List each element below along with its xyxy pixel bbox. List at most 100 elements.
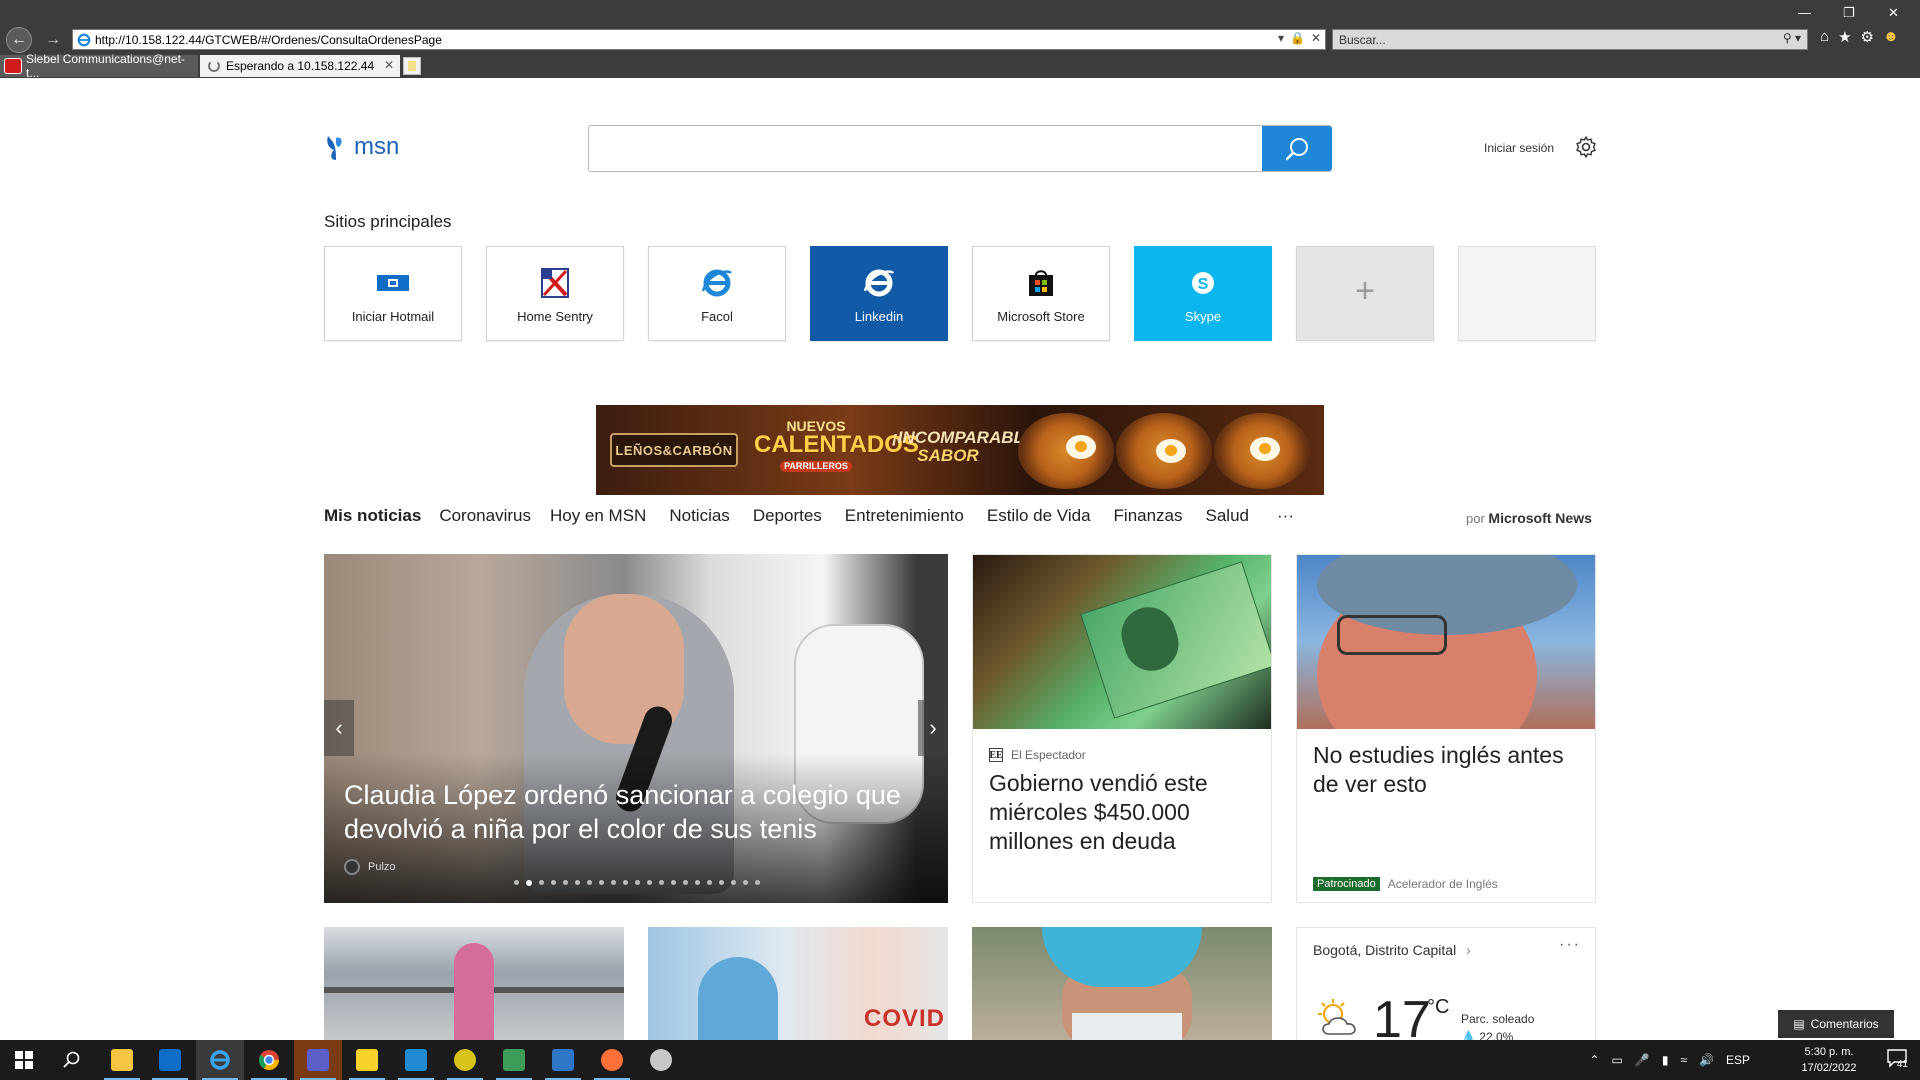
- nav-salud[interactable]: Salud: [1206, 506, 1249, 526]
- nav-deportes[interactable]: Deportes: [753, 506, 822, 526]
- start-button[interactable]: [0, 1040, 48, 1080]
- msn-search-button[interactable]: [1262, 126, 1332, 171]
- stop-icon[interactable]: ✕: [1311, 31, 1321, 45]
- address-bar[interactable]: http://10.158.122.44/GTCWEB/#/Ordenes/Co…: [72, 29, 1326, 50]
- tools-gear-icon[interactable]: ⚙: [1861, 28, 1874, 46]
- nav-finanzas[interactable]: Finanzas: [1114, 506, 1183, 526]
- tile-microsoft-store[interactable]: Microsoft Store: [972, 246, 1110, 341]
- news-card-image-mask[interactable]: [972, 927, 1272, 1041]
- taskbar-sticky-notes[interactable]: [343, 1040, 391, 1080]
- browser-search-box[interactable]: Buscar... ⚲ ▾: [1332, 29, 1808, 50]
- carousel-dot[interactable]: [707, 880, 712, 885]
- nav-hoy-en-msn[interactable]: Hoy en MSN: [550, 506, 646, 526]
- taskbar-app-yellow[interactable]: [441, 1040, 489, 1080]
- tab-close-icon[interactable]: ✕: [384, 58, 394, 72]
- carousel-dot[interactable]: [587, 880, 592, 885]
- carousel-dot[interactable]: [623, 880, 628, 885]
- ad-banner[interactable]: LEÑOS&CARBÓN NUEVOS CALENTADOS PARRILLER…: [596, 405, 1324, 495]
- taskbar-vscode[interactable]: [392, 1040, 440, 1080]
- carousel-dot[interactable]: [551, 880, 556, 885]
- carousel-dot[interactable]: [563, 880, 568, 885]
- news-card-image-airport[interactable]: [324, 927, 624, 1041]
- taskbar-internet-explorer[interactable]: [196, 1040, 244, 1080]
- tile-skype[interactable]: S Skype: [1134, 246, 1272, 341]
- taskbar-firefox[interactable]: [588, 1040, 636, 1080]
- carousel-next-button[interactable]: ›: [918, 700, 948, 756]
- tile-home-sentry[interactable]: Home Sentry: [486, 246, 624, 341]
- taskbar-file-explorer[interactable]: [98, 1040, 146, 1080]
- tile-add-site[interactable]: +: [1296, 246, 1434, 341]
- search-icon[interactable]: ⚲ ▾: [1783, 31, 1801, 45]
- nav-estilo-de-vida[interactable]: Estilo de Vida: [987, 506, 1091, 526]
- weather-location[interactable]: Bogotá, Distrito Capital ›: [1313, 942, 1471, 958]
- microphone-icon[interactable]: 🎤: [1635, 1053, 1650, 1067]
- back-button[interactable]: ←: [6, 27, 32, 53]
- close-window-button[interactable]: ✕: [1888, 5, 1899, 21]
- address-text[interactable]: http://10.158.122.44/GTCWEB/#/Ordenes/Co…: [95, 33, 442, 47]
- signin-link[interactable]: Iniciar sesión: [1484, 141, 1554, 155]
- nav-more[interactable]: ···: [1277, 506, 1294, 526]
- clock[interactable]: 5:30 p. m. 17/02/2022: [1794, 1044, 1864, 1076]
- carousel-dot[interactable]: [671, 880, 676, 885]
- smiley-feedback-icon[interactable]: ☻: [1883, 28, 1899, 46]
- more-options-icon[interactable]: ···: [1559, 936, 1581, 954]
- nav-coronavirus[interactable]: Coronavirus: [439, 506, 531, 526]
- taskbar-outlook[interactable]: [146, 1040, 194, 1080]
- settings-gear-icon[interactable]: [1574, 135, 1598, 159]
- carousel-dot[interactable]: [731, 880, 736, 885]
- minimize-button[interactable]: —: [1798, 5, 1811, 20]
- favorites-star-icon[interactable]: ★: [1838, 28, 1851, 46]
- carousel-dot[interactable]: [575, 880, 580, 885]
- battery-icon[interactable]: ▮: [1662, 1053, 1669, 1067]
- tab-loading[interactable]: Esperando a 10.158.122.44 ✕: [200, 55, 400, 77]
- tile-empty[interactable]: [1458, 246, 1596, 341]
- news-card-image-covid[interactable]: COVID: [648, 927, 948, 1041]
- carousel-dot[interactable]: [719, 880, 724, 885]
- carousel-dot[interactable]: [659, 880, 664, 885]
- lock-icon[interactable]: 🔒: [1290, 31, 1305, 45]
- home-icon[interactable]: ⌂: [1820, 28, 1829, 46]
- taskbar-search-button[interactable]: [48, 1040, 96, 1080]
- sponsored-card-ingles[interactable]: No estudies inglés antes de ver esto Pat…: [1296, 554, 1596, 903]
- forward-button[interactable]: →: [40, 27, 66, 53]
- carousel-prev-button[interactable]: ‹: [324, 700, 354, 756]
- carousel-dot[interactable]: [611, 880, 616, 885]
- taskbar-app-blue[interactable]: [539, 1040, 587, 1080]
- nav-noticias[interactable]: Noticias: [669, 506, 729, 526]
- carousel-dot[interactable]: [755, 880, 760, 885]
- taskbar-teams[interactable]: [294, 1040, 342, 1080]
- new-tab-button[interactable]: [403, 57, 421, 75]
- carousel-dot[interactable]: [635, 880, 640, 885]
- carousel-dot[interactable]: [599, 880, 604, 885]
- tile-linkedin[interactable]: Linkedin: [810, 246, 948, 341]
- sponsored-title[interactable]: No estudies inglés antes de ver esto: [1313, 741, 1583, 799]
- carousel-dot[interactable]: [683, 880, 688, 885]
- dropdown-icon[interactable]: ▾: [1278, 31, 1284, 45]
- weather-card[interactable]: Bogotá, Distrito Capital › ··· 17 °C Par…: [1296, 927, 1596, 1041]
- taskbar-paint[interactable]: [637, 1040, 685, 1080]
- hero-news-card[interactable]: Claudia López ordenó sancionar a colegio…: [324, 554, 948, 903]
- microsoft-news-link[interactable]: Microsoft News: [1488, 510, 1591, 526]
- tab-siebel[interactable]: Siebel Communications@net-t...: [0, 52, 198, 80]
- carousel-dot[interactable]: [695, 880, 700, 885]
- chevron-up-icon[interactable]: ⌃: [1589, 1053, 1599, 1067]
- carousel-dot[interactable]: [526, 880, 532, 886]
- nav-entretenimiento[interactable]: Entretenimiento: [845, 506, 964, 526]
- device-icon[interactable]: ▭: [1612, 1053, 1623, 1067]
- weather-unit[interactable]: °C: [1427, 996, 1449, 1019]
- feedback-button[interactable]: ▤ Comentarios: [1778, 1010, 1894, 1038]
- restore-button[interactable]: ❐: [1843, 5, 1855, 21]
- carousel-dot[interactable]: [743, 880, 748, 885]
- tile-facol[interactable]: Facol: [648, 246, 786, 341]
- wifi-icon[interactable]: ≈: [1680, 1053, 1687, 1067]
- nav-mis-noticias[interactable]: Mis noticias: [324, 506, 421, 526]
- carousel-dot[interactable]: [539, 880, 544, 885]
- language-indicator[interactable]: ESP: [1726, 1053, 1750, 1067]
- news-card-deuda[interactable]: EE El Espectador Gobierno vendió este mi…: [972, 554, 1272, 903]
- msn-search-input[interactable]: [588, 125, 1332, 172]
- carousel-dot[interactable]: [514, 880, 519, 885]
- taskbar-notepad[interactable]: [490, 1040, 538, 1080]
- action-center-button[interactable]: 41: [1886, 1048, 1912, 1072]
- msn-logo[interactable]: msn: [324, 132, 399, 162]
- carousel-dot[interactable]: [647, 880, 652, 885]
